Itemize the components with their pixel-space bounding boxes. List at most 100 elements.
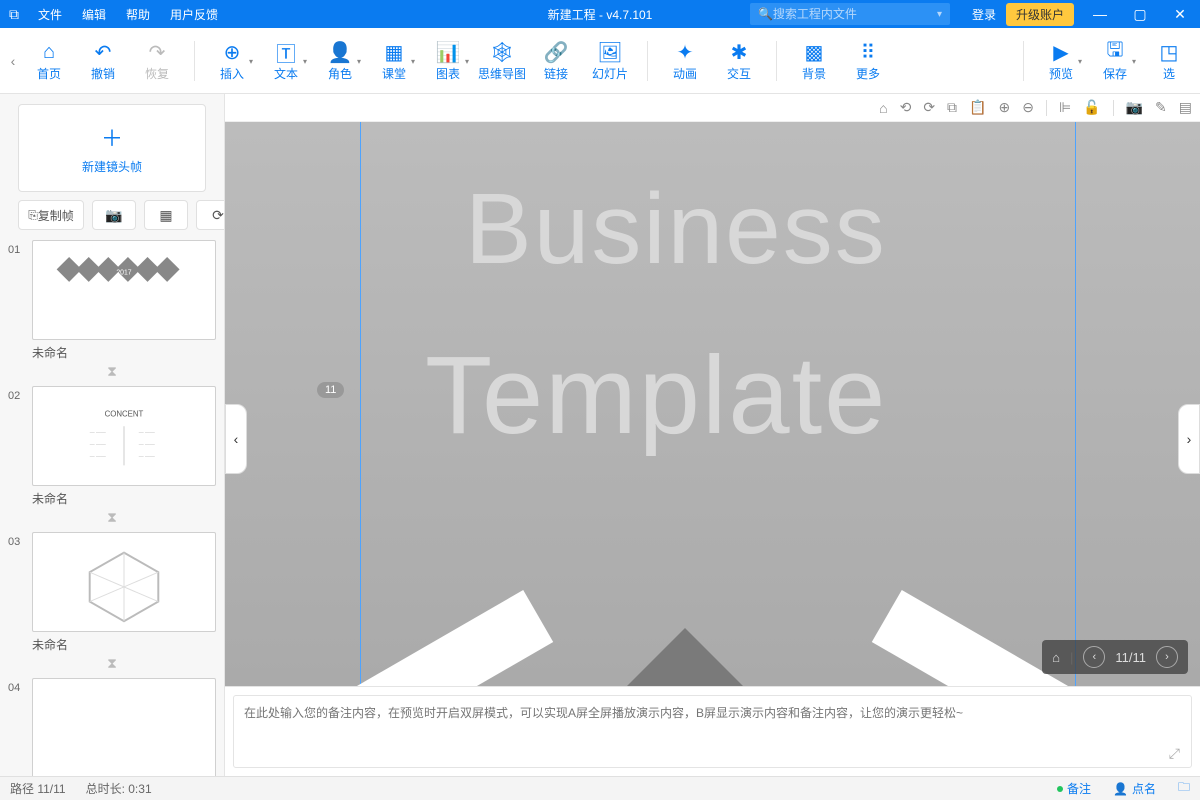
tool-role[interactable]: 👤角色▾ xyxy=(313,39,367,82)
refresh-button[interactable]: ⟳ xyxy=(196,200,225,230)
panel-toggle-left[interactable]: ‹ xyxy=(225,404,247,474)
slide-thumb-2[interactable]: CONCENT— ——— ——— ——— ——— ——— —— xyxy=(32,386,216,486)
menu-feedback[interactable]: 用户反馈 xyxy=(160,6,228,23)
tool-text[interactable]: 🅃文本▾ xyxy=(259,39,313,82)
slide-thumb-1[interactable]: 2017 xyxy=(32,240,216,340)
home-view-icon[interactable]: ⌂ xyxy=(879,100,887,116)
slide-thumb-3[interactable] xyxy=(32,532,216,632)
paste-icon[interactable]: 📋 xyxy=(969,99,986,116)
zoom-in-icon[interactable]: ⊕ xyxy=(998,99,1010,116)
slide-list[interactable]: 01 2017 未命名 ⧗ 02 CONCENT— ——— ——— ——— ——… xyxy=(8,240,216,776)
plus-circle-icon: ⊕ xyxy=(224,39,241,65)
tool-bg[interactable]: ▩背景 xyxy=(787,39,841,82)
tool-mindmap[interactable]: 🕸思维导图 xyxy=(475,39,529,82)
slide-panel: ＋ 新建镜头帧 ⎘ 复制帧 📷 ▦ ⟳ 01 2017 未命名 ⧗ xyxy=(0,94,225,776)
canvas-viewport[interactable]: Business Template 11 ‹ › ⌂ | ‹ 11/11 › xyxy=(225,122,1200,686)
camera-button[interactable]: 📷 xyxy=(92,200,136,230)
nav-prev-button[interactable]: ‹ xyxy=(1083,646,1105,668)
search-dropdown-icon[interactable]: ▾ xyxy=(937,9,942,20)
status-duration: 总时长: 0:31 xyxy=(86,780,152,797)
mindmap-icon: 🕸 xyxy=(489,39,514,65)
slide-number: 04 xyxy=(8,678,32,694)
copy-frame-button[interactable]: ⎘ 复制帧 xyxy=(18,200,84,230)
status-folder-icon[interactable]: 🗀 xyxy=(1178,778,1190,799)
notes-textarea[interactable] xyxy=(233,695,1192,768)
menu-file[interactable]: 文件 xyxy=(28,6,72,23)
canvas-text-1[interactable]: Business xyxy=(465,172,887,287)
canvas-shape[interactable] xyxy=(625,628,745,686)
upgrade-button[interactable]: 升级账户 xyxy=(1006,3,1074,26)
tool-interact[interactable]: ✱交互 xyxy=(712,39,766,82)
page-navigator: ⌂ | ‹ 11/11 › xyxy=(1042,640,1188,674)
titlebar: ⧉ 文件 编辑 帮助 用户反馈 新建工程 - v4.7.101 🔍 ▾ 登录 升… xyxy=(0,0,1200,28)
sparkle-icon: ✦ xyxy=(677,39,694,65)
slide-thumb-4[interactable] xyxy=(32,678,216,776)
tool-preview[interactable]: ▶预览▾ xyxy=(1034,39,1088,82)
text-icon: 🅃 xyxy=(276,39,296,65)
align-icon[interactable]: ⊫ xyxy=(1059,99,1071,116)
search-box[interactable]: 🔍 ▾ xyxy=(750,3,950,25)
board-icon: ▦ xyxy=(385,39,404,65)
tool-chart[interactable]: 📊图表▾ xyxy=(421,39,475,82)
slide-name: 未命名 xyxy=(32,490,216,507)
tool-slide[interactable]: 🖼幻灯片 xyxy=(583,39,637,82)
plus-icon: ＋ xyxy=(101,121,123,153)
new-frame-button[interactable]: ＋ 新建镜头帧 xyxy=(18,104,206,192)
minimize-button[interactable]: — xyxy=(1080,6,1120,22)
menu-help[interactable]: 帮助 xyxy=(116,6,160,23)
edit-icon[interactable]: ✎ xyxy=(1155,99,1167,116)
login-link[interactable]: 登录 xyxy=(962,6,1006,23)
slide-number: 03 xyxy=(8,532,32,548)
rotate-right-icon[interactable]: ⟳ xyxy=(923,99,935,116)
expand-notes-icon[interactable]: ⤢ xyxy=(1169,745,1180,762)
nav-next-button[interactable]: › xyxy=(1156,646,1178,668)
tool-save[interactable]: 🖫保存▾ xyxy=(1088,39,1142,82)
tool-select[interactable]: ◳选 xyxy=(1142,39,1196,82)
ribbon-nav-left-icon[interactable]: ‹ xyxy=(4,53,22,69)
snapshot-icon[interactable]: 📷 xyxy=(1126,99,1143,116)
tool-anim[interactable]: ✦动画 xyxy=(658,39,712,82)
tool-link[interactable]: 🔗链接 xyxy=(529,39,583,82)
svg-text:CONCENT: CONCENT xyxy=(105,409,144,418)
tool-more[interactable]: ⠿更多 xyxy=(841,39,895,82)
close-button[interactable]: ✕ xyxy=(1160,6,1200,23)
svg-text:— ——: — —— xyxy=(90,431,106,436)
transition-icon[interactable]: ⧗ xyxy=(8,363,216,380)
slide-name: 未命名 xyxy=(32,636,216,653)
rotate-left-icon[interactable]: ⟲ xyxy=(900,99,912,116)
slide-number: 02 xyxy=(8,386,32,402)
chart-icon: 📊 xyxy=(436,39,461,65)
lock-icon[interactable]: 🔓 xyxy=(1083,99,1100,116)
interact-icon: ✱ xyxy=(731,39,748,65)
grid-icon: ⠿ xyxy=(861,39,876,65)
link-icon: 🔗 xyxy=(544,39,569,65)
svg-text:— ——: — —— xyxy=(139,455,155,460)
status-path: 路径 11/11 xyxy=(10,780,66,797)
notes-panel: ⤢ xyxy=(225,686,1200,776)
tool-undo[interactable]: ↶撤销 xyxy=(76,39,130,82)
tool-redo[interactable]: ↷恢复 xyxy=(130,39,184,82)
tool-home[interactable]: ⌂首页 xyxy=(22,39,76,82)
home-icon: ⌂ xyxy=(43,39,55,65)
qr-button[interactable]: ▦ xyxy=(144,200,188,230)
panel-toggle-right[interactable]: › xyxy=(1178,404,1200,474)
menu-edit[interactable]: 编辑 xyxy=(72,6,116,23)
canvas-text-2[interactable]: Template xyxy=(425,332,887,459)
nav-home-icon[interactable]: ⌂ xyxy=(1052,650,1060,665)
search-input[interactable] xyxy=(773,7,931,21)
redo-icon: ↷ xyxy=(149,39,166,65)
transition-icon[interactable]: ⧗ xyxy=(8,655,216,672)
new-frame-label: 新建镜头帧 xyxy=(82,158,142,175)
zoom-out-icon[interactable]: ⊖ xyxy=(1022,99,1034,116)
slide-icon: 🖼 xyxy=(597,39,622,65)
transition-icon[interactable]: ⧗ xyxy=(8,509,216,526)
layers-icon[interactable]: ▤ xyxy=(1179,99,1192,116)
status-roll-toggle[interactable]: 👤 点名 xyxy=(1113,780,1156,797)
status-notes-toggle[interactable]: 备注 xyxy=(1057,780,1091,797)
tool-class[interactable]: ▦课堂▾ xyxy=(367,39,421,82)
tool-insert[interactable]: ⊕插入▾ xyxy=(205,39,259,82)
refresh-icon: ⟳ xyxy=(212,207,224,224)
maximize-button[interactable]: ▢ xyxy=(1120,6,1160,23)
slide-canvas[interactable]: Business Template xyxy=(225,122,1200,686)
copy-icon[interactable]: ⧉ xyxy=(947,99,957,116)
